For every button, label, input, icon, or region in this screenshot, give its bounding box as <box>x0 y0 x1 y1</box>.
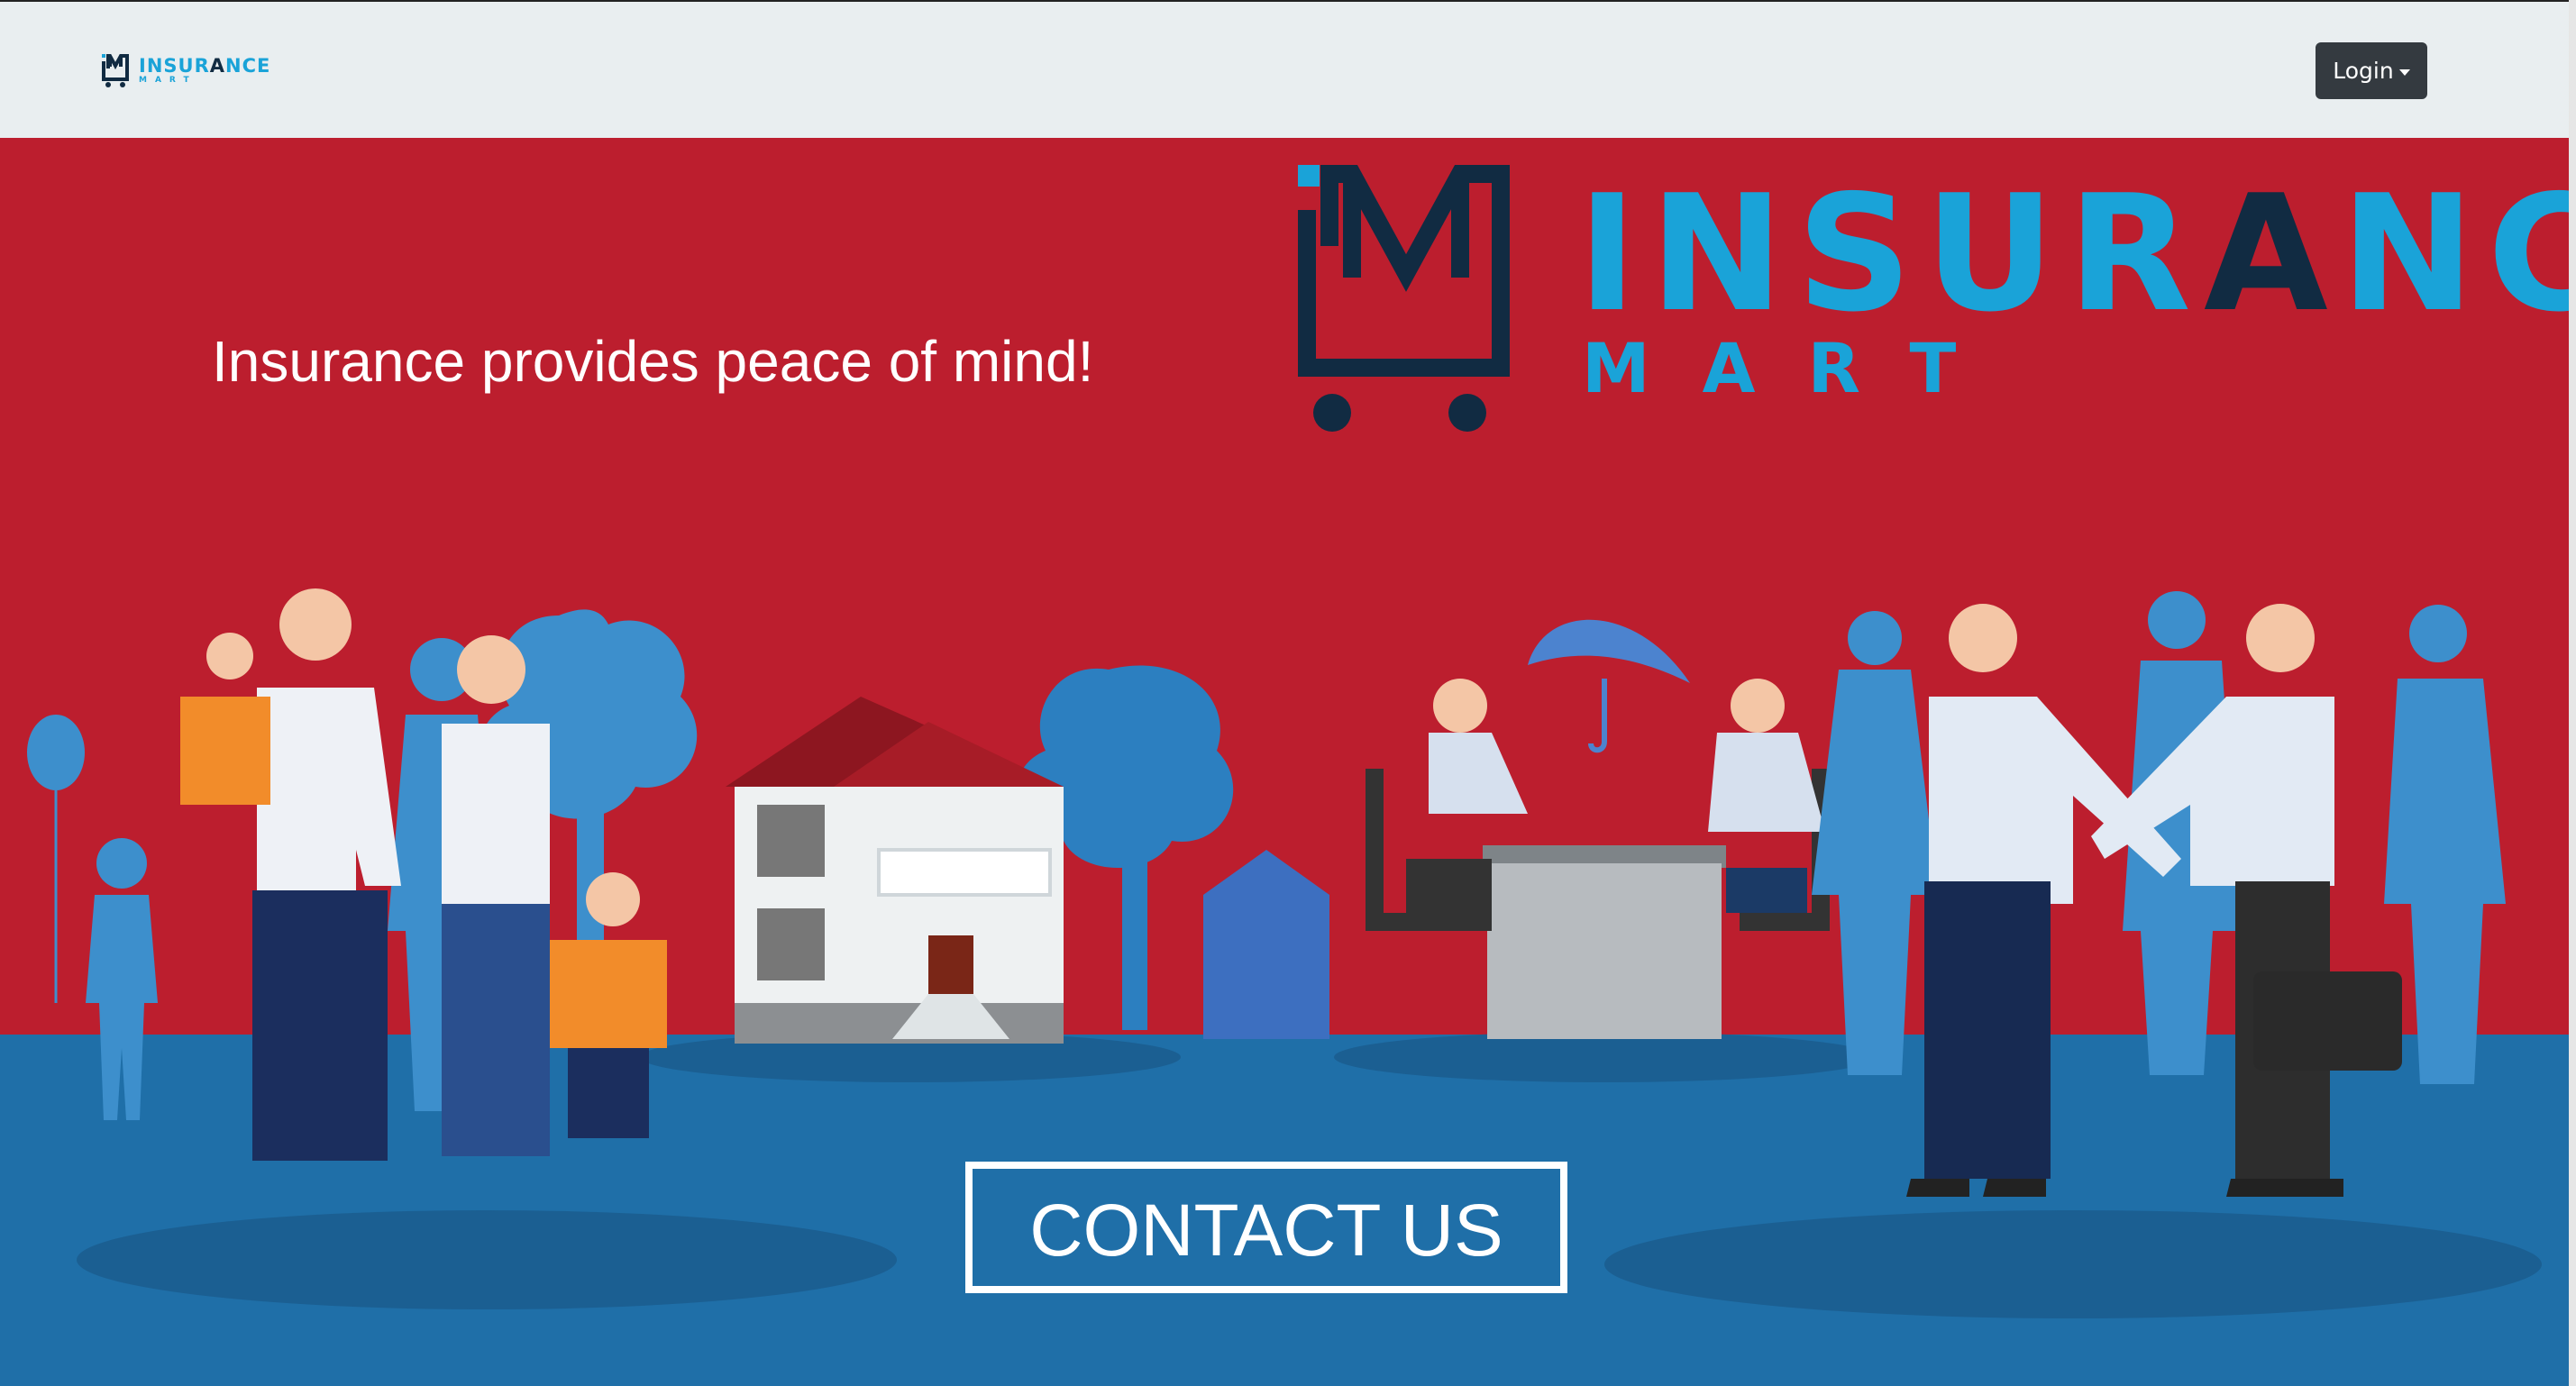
hero-illustration: Insurance provides peace of mind! INSURA… <box>0 138 2569 1386</box>
brand-logo-link[interactable]: INSURANCE MART <box>101 52 270 88</box>
brand-word-3: NCE <box>225 54 271 77</box>
hero-banner: Insurance provides peace of mind! INSURA… <box>0 138 2569 1386</box>
svg-text:INSURANCE: INSURANCE <box>1577 160 2569 347</box>
hero-tagline: Insurance provides peace of mind! <box>212 329 1093 394</box>
logo-word-2: A <box>2204 160 2341 347</box>
cart-m-logo-icon <box>102 54 129 87</box>
brand-word-1: INSUR <box>139 54 210 77</box>
login-dropdown-button[interactable]: Login <box>2316 42 2427 99</box>
brand-sub: MART <box>139 75 197 85</box>
logo-word-3: NCE <box>2341 160 2569 347</box>
navbar: INSURANCE MART Login <box>0 0 2569 138</box>
logo-word-1: INSUR <box>1577 160 2204 347</box>
scrollbar[interactable] <box>2569 0 2576 1386</box>
brand-word-2: A <box>209 54 226 77</box>
caret-down-icon <box>2398 68 2410 76</box>
contact-us-label: CONTACT US <box>1029 1190 1503 1272</box>
login-label: Login <box>2333 58 2394 84</box>
logo-sub: MART <box>1582 328 2008 408</box>
